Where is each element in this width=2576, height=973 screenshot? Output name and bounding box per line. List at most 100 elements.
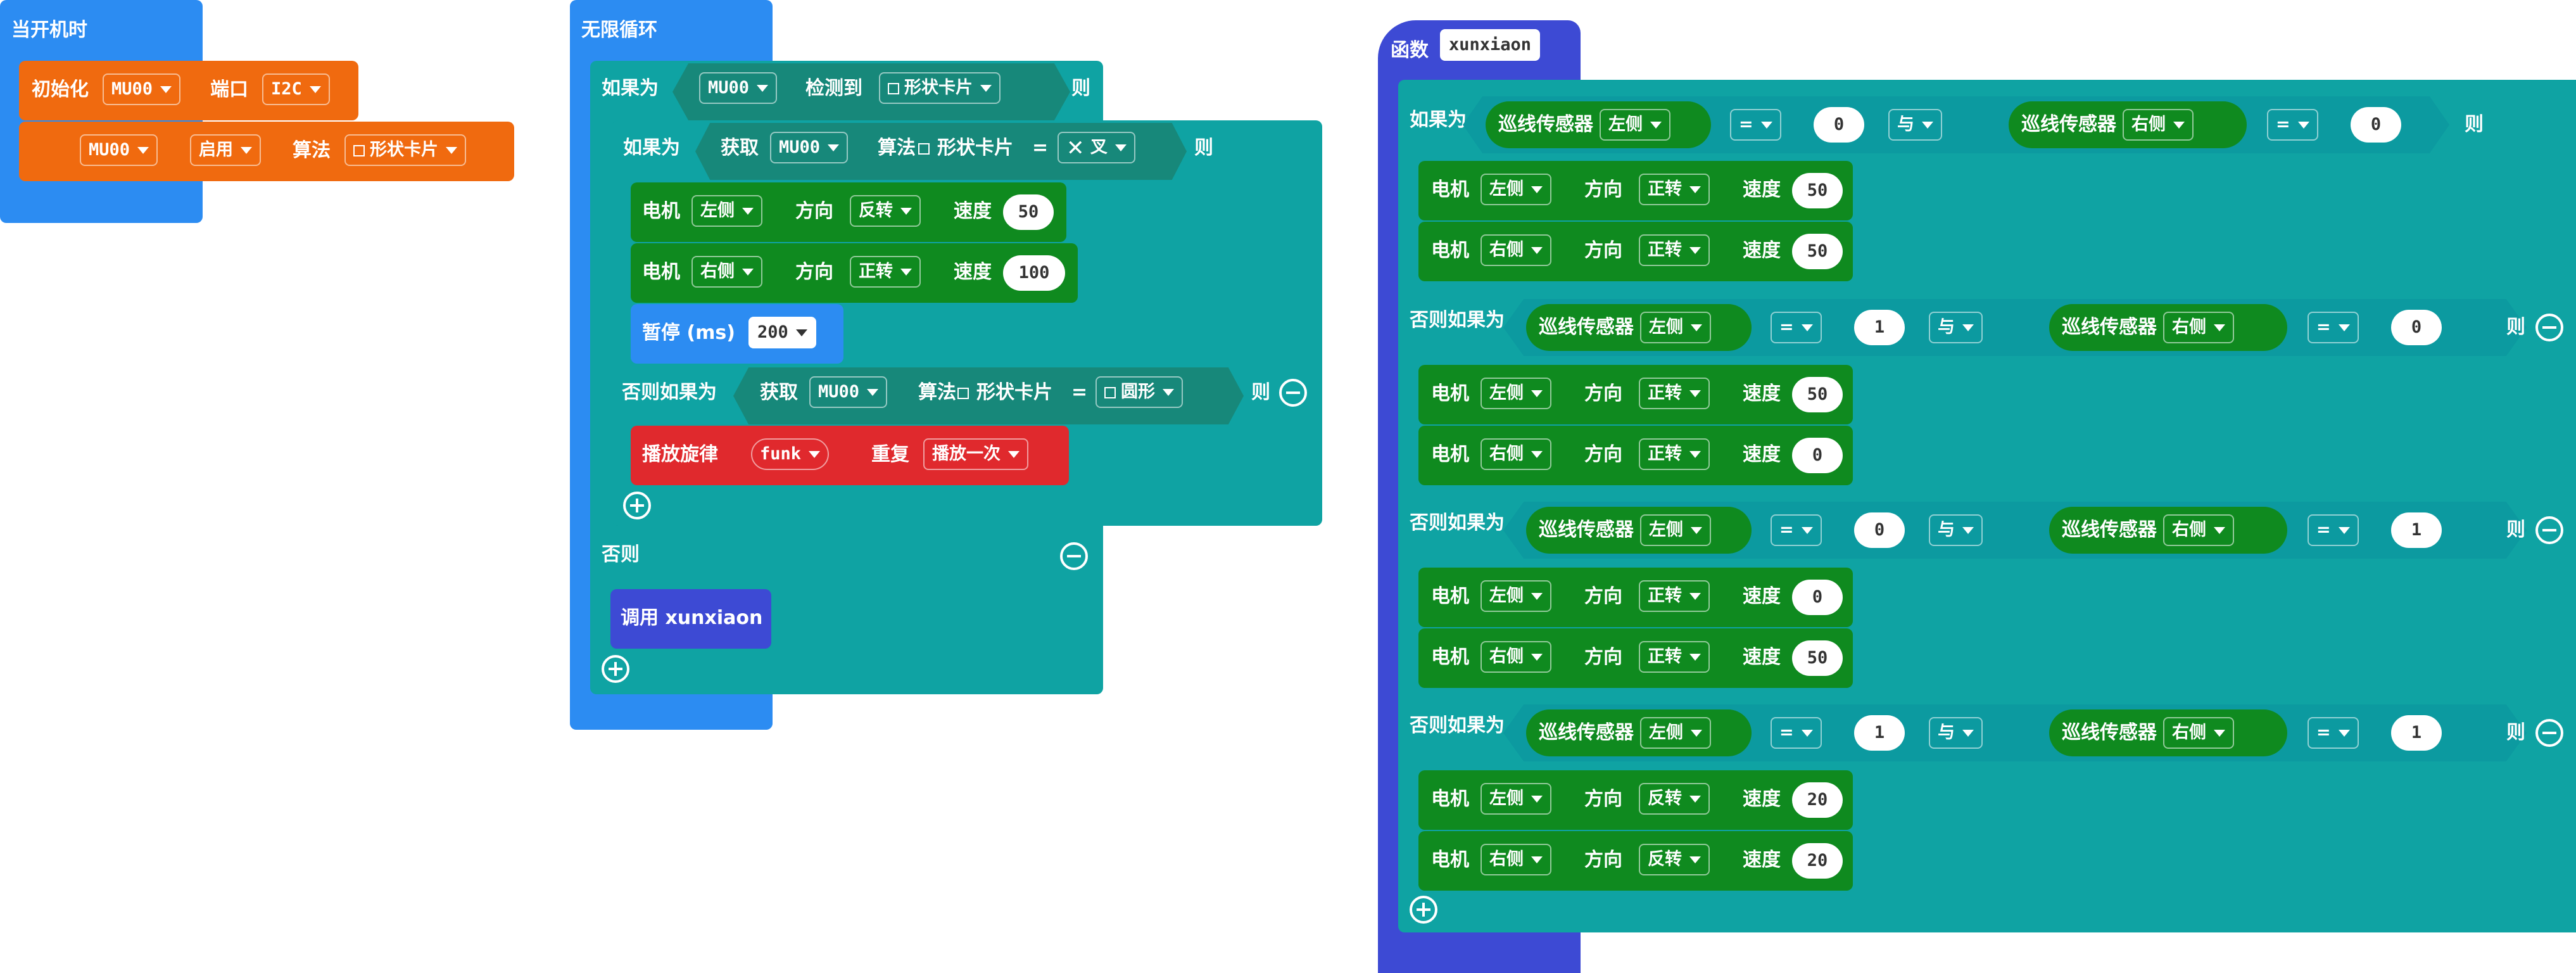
side-dropdown[interactable]: 右侧 bbox=[691, 256, 762, 288]
speed-input[interactable]: 100 bbox=[1003, 255, 1065, 291]
line-sensor-left[interactable]: 巡线传感器 左侧 bbox=[1526, 507, 1752, 554]
line-sensor-left[interactable]: 巡线传感器 左侧 bbox=[1486, 101, 1711, 148]
direction-dropdown[interactable]: 正转 bbox=[1639, 580, 1710, 612]
side-dropdown[interactable]: 左侧 bbox=[1481, 378, 1551, 409]
and-dropdown[interactable]: 与 bbox=[1929, 717, 1983, 749]
side-dropdown[interactable]: 左侧 bbox=[1481, 174, 1551, 205]
and-dropdown[interactable]: 与 bbox=[1929, 514, 1983, 546]
direction-dropdown[interactable]: 正转 bbox=[1639, 174, 1710, 205]
speed-input[interactable]: 50 bbox=[1792, 173, 1843, 208]
motor-block[interactable]: 电机 右侧 方向 正转 速度 0 bbox=[1418, 426, 1853, 485]
detect-device-dropdown[interactable]: MU00 bbox=[699, 72, 778, 104]
init-block[interactable]: 初始化 MU00 端口 I2C bbox=[19, 61, 358, 120]
motor-block[interactable]: 电机 右侧 方向 反转 速度 20 bbox=[1418, 831, 1853, 891]
motor-block[interactable]: 电机 左侧 方向 正转 速度 0 bbox=[1418, 568, 1853, 627]
melody-dropdown[interactable]: funk bbox=[751, 438, 830, 470]
sensor-side-dropdown[interactable]: 左侧 bbox=[1600, 109, 1670, 141]
speed-input[interactable]: 20 bbox=[1792, 782, 1843, 818]
call-block[interactable]: 调用 xunxiaon bbox=[610, 589, 771, 649]
and-dropdown[interactable]: 与 bbox=[1929, 312, 1983, 343]
direction-dropdown[interactable]: 正转 bbox=[1639, 641, 1710, 673]
speed-input[interactable]: 50 bbox=[1792, 234, 1843, 269]
motor-block[interactable]: 电机 右侧 方向 正转 速度 50 bbox=[1418, 628, 1853, 688]
eq-dropdown[interactable]: = bbox=[1771, 717, 1822, 749]
direction-dropdown[interactable]: 反转 bbox=[1639, 783, 1710, 815]
value-input[interactable]: 0 bbox=[1814, 107, 1864, 143]
melody-block[interactable]: 播放旋律 funk 重复 播放一次 bbox=[631, 426, 1069, 485]
and-dropdown[interactable]: 与 bbox=[1888, 109, 1942, 141]
enable-algo-block[interactable]: MU00 启用 算法 形状卡片 bbox=[19, 122, 514, 181]
line-sensor-right[interactable]: 巡线传感器 右侧 bbox=[2049, 709, 2287, 756]
pause-block[interactable]: 暂停 (ms) 200 bbox=[631, 304, 843, 364]
function-name-field[interactable]: xunxiaon bbox=[1440, 29, 1541, 61]
value-input[interactable]: 0 bbox=[1854, 512, 1905, 548]
eq-dropdown[interactable]: = bbox=[2267, 109, 2318, 141]
sensor-side-dropdown[interactable]: 右侧 bbox=[2163, 717, 2234, 749]
get-device-dropdown[interactable]: MU00 bbox=[770, 132, 849, 163]
pause-dropdown[interactable]: 200 bbox=[748, 317, 816, 348]
eq-dropdown[interactable]: = bbox=[2308, 312, 2359, 343]
port-dropdown[interactable]: I2C bbox=[262, 73, 330, 105]
side-dropdown[interactable]: 左侧 bbox=[1481, 580, 1551, 612]
remove-branch-icon[interactable] bbox=[2535, 516, 2563, 544]
direction-dropdown[interactable]: 反转 bbox=[850, 195, 921, 227]
speed-input[interactable]: 50 bbox=[1792, 377, 1843, 412]
repeat-dropdown[interactable]: 播放一次 bbox=[923, 438, 1028, 470]
eq-dropdown[interactable]: = bbox=[1771, 514, 1822, 546]
side-dropdown[interactable]: 右侧 bbox=[1481, 438, 1551, 470]
value-input[interactable]: 1 bbox=[1854, 715, 1905, 751]
direction-dropdown[interactable]: 正转 bbox=[1639, 378, 1710, 409]
remove-branch-icon[interactable] bbox=[2535, 719, 2563, 747]
direction-dropdown[interactable]: 正转 bbox=[1639, 234, 1710, 266]
motor-block[interactable]: 电机 左侧 方向 反转 速度 50 bbox=[631, 182, 1066, 242]
line-sensor-left[interactable]: 巡线传感器 左侧 bbox=[1526, 304, 1752, 351]
algo-dropdown[interactable]: 形状卡片 bbox=[344, 134, 466, 166]
motor-block[interactable]: 电机 右侧 方向 正转 速度 100 bbox=[631, 243, 1078, 303]
speed-input[interactable]: 0 bbox=[1792, 580, 1843, 615]
speed-input[interactable]: 50 bbox=[1792, 640, 1843, 676]
value-input[interactable]: 1 bbox=[2391, 512, 2442, 548]
value-input[interactable]: 1 bbox=[1854, 310, 1905, 345]
side-dropdown[interactable]: 右侧 bbox=[1481, 844, 1551, 875]
sensor-side-dropdown[interactable]: 右侧 bbox=[2163, 514, 2234, 546]
side-dropdown[interactable]: 左侧 bbox=[1481, 783, 1551, 815]
get2-device-dropdown[interactable]: MU00 bbox=[809, 376, 888, 408]
init-device-dropdown[interactable]: MU00 bbox=[103, 73, 181, 105]
sensor-side-dropdown[interactable]: 左侧 bbox=[1640, 514, 1711, 546]
motor-block[interactable]: 电机 左侧 方向 正转 速度 50 bbox=[1418, 365, 1853, 424]
enable-dropdown[interactable]: 启用 bbox=[190, 134, 261, 166]
circle-dropdown[interactable]: 圆形 bbox=[1095, 376, 1183, 408]
line-sensor-left[interactable]: 巡线传感器 左侧 bbox=[1526, 709, 1752, 756]
eq-dropdown[interactable]: = bbox=[1771, 312, 1822, 343]
sensor-side-dropdown[interactable]: 左侧 bbox=[1640, 717, 1711, 749]
speed-input[interactable]: 0 bbox=[1792, 438, 1843, 473]
side-dropdown[interactable]: 右侧 bbox=[1481, 641, 1551, 673]
remove-branch-icon[interactable] bbox=[2535, 314, 2563, 341]
detect-value-dropdown[interactable]: 形状卡片 bbox=[879, 72, 1001, 104]
line-sensor-right[interactable]: 巡线传感器 右侧 bbox=[2049, 507, 2287, 554]
eq-dropdown[interactable]: = bbox=[1730, 109, 1781, 141]
speed-input[interactable]: 50 bbox=[1003, 194, 1054, 230]
sensor-side-dropdown[interactable]: 右侧 bbox=[2123, 109, 2194, 141]
add-branch-icon[interactable] bbox=[623, 492, 651, 519]
value-input[interactable]: 1 bbox=[2391, 715, 2442, 751]
remove-else-icon[interactable] bbox=[1060, 542, 1088, 570]
value-input[interactable]: 0 bbox=[2391, 310, 2442, 345]
side-dropdown[interactable]: 左侧 bbox=[691, 195, 762, 227]
line-sensor-right[interactable]: 巡线传感器 右侧 bbox=[2009, 101, 2247, 148]
eq-dropdown[interactable]: = bbox=[2308, 717, 2359, 749]
cross-dropdown[interactable]: ✕ 叉 bbox=[1058, 132, 1135, 163]
add-branch-icon[interactable] bbox=[1410, 896, 1437, 924]
side-dropdown[interactable]: 右侧 bbox=[1481, 234, 1551, 266]
sensor-side-dropdown[interactable]: 左侧 bbox=[1640, 312, 1711, 343]
line-sensor-right[interactable]: 巡线传感器 右侧 bbox=[2049, 304, 2287, 351]
eq-dropdown[interactable]: = bbox=[2308, 514, 2359, 546]
remove-elseif-icon[interactable] bbox=[1279, 379, 1307, 407]
direction-dropdown[interactable]: 正转 bbox=[850, 256, 921, 288]
value-input[interactable]: 0 bbox=[2351, 107, 2401, 143]
speed-input[interactable]: 20 bbox=[1792, 843, 1843, 879]
device-dropdown[interactable]: MU00 bbox=[80, 134, 158, 166]
sensor-side-dropdown[interactable]: 右侧 bbox=[2163, 312, 2234, 343]
motor-block[interactable]: 电机 右侧 方向 正转 速度 50 bbox=[1418, 222, 1853, 281]
add-branch-icon[interactable] bbox=[602, 655, 629, 683]
